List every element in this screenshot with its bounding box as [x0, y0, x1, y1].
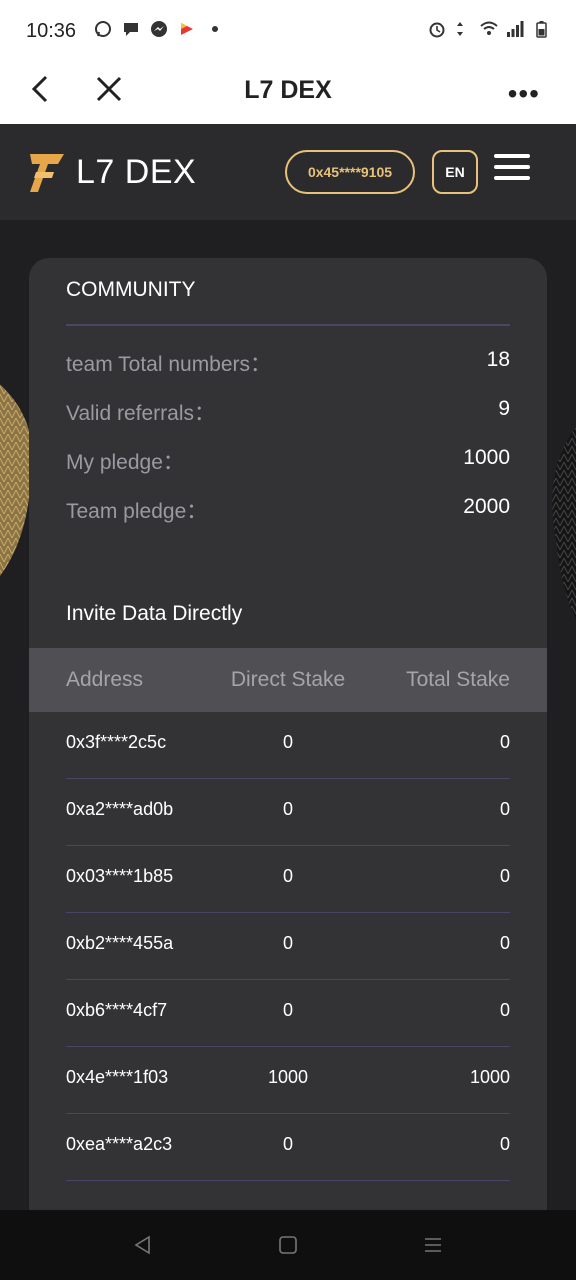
- community-card: COMMUNITY team Total numbers： 18 Valid r…: [29, 258, 547, 1210]
- table-row: 0x3f****2c5c 0 0: [66, 712, 510, 779]
- divider: [66, 324, 510, 326]
- row-direct-stake: 0: [282, 1000, 294, 1020]
- browser-title: L7 DEX: [244, 76, 332, 104]
- row-direct-stake: 0: [282, 1134, 294, 1154]
- stat-label: team Total numbers：: [66, 353, 272, 376]
- app-header: L7 DEX 0x45****9105 EN: [0, 124, 576, 220]
- alarm-icon: [429, 22, 445, 38]
- home-square-icon[interactable]: [277, 1234, 299, 1256]
- back-triangle-icon[interactable]: [132, 1234, 154, 1256]
- row-direct-stake: 0: [282, 866, 294, 886]
- recents-menu-icon[interactable]: [422, 1234, 444, 1256]
- row-total-stake: 0: [499, 933, 510, 953]
- main-content: COMMUNITY team Total numbers： 18 Valid r…: [0, 220, 576, 1210]
- row-address: 0x03****1b85: [66, 866, 174, 886]
- browser-toolbar: L7 DEX •••: [0, 62, 576, 124]
- stat-team-total: team Total numbers： 18: [66, 348, 510, 378]
- stat-label: Team pledge：: [66, 500, 208, 523]
- notification-icons: [94, 20, 224, 38]
- table-row: 0xb2****455a 0 0: [66, 913, 510, 980]
- invite-title: Invite Data Directly: [66, 602, 243, 625]
- invite-table-header: Address Direct Stake Total Stake: [29, 648, 547, 712]
- stat-team-pledge: Team pledge： 2000: [66, 495, 510, 525]
- chat-bubble-icon: [124, 23, 138, 36]
- whatsapp-icon: [95, 21, 111, 37]
- table-row: 0x4e****1f03 1000 1000: [66, 1047, 510, 1114]
- system-icons: [428, 20, 550, 38]
- more-options-icon[interactable]: •••: [508, 78, 540, 110]
- battery-icon: [536, 21, 547, 38]
- hamburger-menu-icon[interactable]: [494, 154, 530, 184]
- signal-icon: [507, 21, 524, 37]
- wifi-icon: [480, 21, 498, 35]
- app-icon: [181, 23, 193, 35]
- table-row: 0xb6****4cf7 0 0: [66, 980, 510, 1047]
- table-row: 0xea****a2c3 0 0: [66, 1114, 510, 1181]
- row-address: 0xa2****ad0b: [66, 799, 174, 819]
- row-total-stake: 0: [499, 1134, 510, 1154]
- dot-icon: [212, 26, 218, 32]
- stat-value: 1000: [463, 446, 510, 469]
- table-row: 0x03****1b85 0 0: [66, 846, 510, 913]
- column-header-direct-stake: Direct Stake: [230, 668, 346, 691]
- row-direct-stake: 0: [282, 732, 294, 752]
- stat-label: Valid referrals：: [66, 402, 215, 425]
- column-header-address: Address: [66, 668, 144, 691]
- stat-value: 18: [486, 348, 510, 371]
- logo-text: L7 DEX: [76, 152, 197, 191]
- row-address: 0xea****a2c3: [66, 1134, 173, 1154]
- row-total-stake: 0: [499, 799, 510, 819]
- status-time: 10:36: [26, 20, 77, 42]
- data-arrows-icon: [457, 22, 463, 36]
- column-header-total-stake: Total Stake: [406, 668, 510, 691]
- wallet-address-button[interactable]: 0x45****9105: [285, 150, 415, 194]
- row-total-stake: 0: [499, 1000, 510, 1020]
- messenger-icon: [151, 21, 167, 37]
- row-total-stake: 1000: [469, 1067, 510, 1087]
- stat-value: 9: [498, 397, 510, 420]
- logo-mark-icon: [30, 154, 64, 192]
- row-total-stake: 0: [499, 732, 510, 752]
- stat-valid-referrals: Valid referrals： 9: [66, 397, 510, 427]
- row-direct-stake: 0: [282, 933, 294, 953]
- logo[interactable]: L7 DEX: [28, 150, 196, 194]
- row-direct-stake: 1000: [267, 1067, 309, 1087]
- system-nav-bar: [0, 1210, 576, 1280]
- row-direct-stake: 0: [282, 799, 294, 819]
- stat-my-pledge: My pledge： 1000: [66, 446, 510, 476]
- stat-value: 2000: [463, 495, 510, 518]
- row-address: 0x4e****1f03: [66, 1067, 169, 1087]
- row-address: 0x3f****2c5c: [66, 732, 167, 752]
- community-title: COMMUNITY: [66, 278, 196, 301]
- table-row: 0xa2****ad0b 0 0: [66, 779, 510, 846]
- stat-label: My pledge：: [66, 451, 184, 474]
- status-bar: 10:36: [0, 0, 576, 62]
- row-total-stake: 0: [499, 866, 510, 886]
- row-address: 0xb2****455a: [66, 933, 174, 953]
- language-button[interactable]: EN: [432, 150, 478, 194]
- row-address: 0xb6****4cf7: [66, 1000, 168, 1020]
